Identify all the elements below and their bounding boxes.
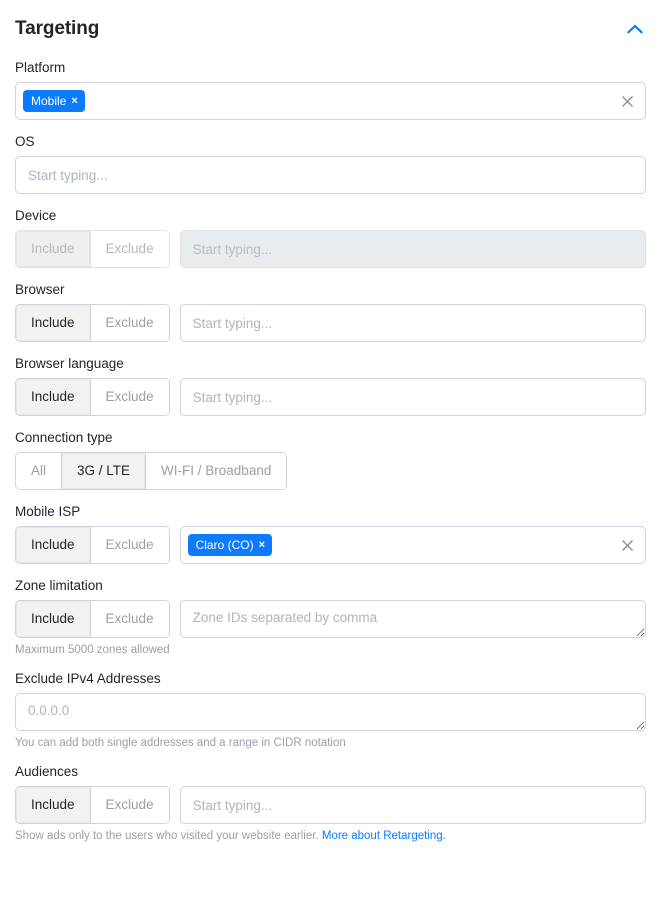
label-zone-limitation: Zone limitation: [15, 578, 103, 593]
zone-limitation-textarea[interactable]: [179, 600, 646, 638]
mobile-isp-include-exclude-group: Include Exclude: [15, 526, 170, 564]
browser-input[interactable]: [179, 304, 646, 342]
panel-header: Targeting: [15, 14, 646, 44]
clear-platform-icon[interactable]: [619, 93, 635, 109]
audiences-input[interactable]: [179, 786, 646, 824]
label-browser-language: Browser language: [15, 356, 124, 371]
platform-row: Mobile ×: [15, 82, 646, 120]
field-mobile-isp: Mobile ISP Include Exclude Claro (CO) ×: [15, 504, 646, 564]
mobile-isp-token-field[interactable]: Claro (CO) ×: [179, 526, 646, 564]
os-row: [15, 156, 646, 194]
os-input[interactable]: [15, 156, 646, 194]
zone-limitation-exclude-button[interactable]: Exclude: [90, 601, 169, 637]
collapse-toggle-button[interactable]: [624, 18, 646, 40]
platform-token-field[interactable]: Mobile ×: [15, 82, 646, 120]
zone-limitation-include-button[interactable]: Include: [16, 601, 91, 637]
connection-type-row: All 3G / LTE WI-FI / Broadband: [15, 452, 646, 490]
clear-mobile-isp-icon[interactable]: [619, 537, 635, 553]
field-browser-language: Browser language Include Exclude: [15, 356, 646, 416]
audiences-helper: Show ads only to the users who visited y…: [15, 829, 646, 843]
field-audiences: Audiences Include Exclude Show ads only …: [15, 764, 646, 843]
targeting-panel: Targeting Platform Mobile × OS Start typ…: [0, 0, 661, 843]
chip-mobile-isp[interactable]: Claro (CO) ×: [187, 534, 273, 556]
exclude-ipv4-textarea[interactable]: [15, 693, 646, 731]
field-platform: Platform Mobile ×: [15, 60, 646, 120]
device-exclude-button: Exclude: [90, 231, 169, 267]
label-audiences: Audiences: [15, 764, 79, 779]
device-include-exclude-group: Include Exclude: [15, 230, 170, 268]
label-mobile-isp: Mobile ISP: [15, 504, 81, 519]
zone-limitation-helper: Maximum 5000 zones allowed: [15, 644, 170, 656]
field-device: Device Include Exclude: [15, 208, 646, 268]
chip-label: Mobile: [31, 94, 67, 108]
field-os: OS: [15, 134, 646, 194]
field-connection-type: Connection type All 3G / LTE WI-FI / Bro…: [15, 430, 646, 490]
chip-label: Claro (CO): [195, 538, 254, 552]
device-row: Include Exclude: [15, 230, 646, 268]
browser-include-exclude-group: Include Exclude: [15, 304, 170, 342]
connection-type-all-button[interactable]: All: [16, 453, 63, 489]
label-exclude-ipv4: Exclude IPv4 Addresses: [15, 671, 161, 686]
mobile-isp-row: Include Exclude Claro (CO) ×: [15, 526, 646, 564]
browser-exclude-button[interactable]: Exclude: [90, 305, 169, 341]
field-zone-limitation: Zone limitation Include Exclude Maximum …: [15, 578, 646, 657]
exclude-ipv4-row: [15, 693, 646, 731]
audiences-include-button[interactable]: Include: [16, 787, 91, 823]
connection-type-wifi-broadband-button[interactable]: WI-FI / Broadband: [146, 453, 287, 489]
more-about-retargeting-link[interactable]: More about Retargeting.: [322, 830, 446, 842]
label-platform: Platform: [15, 60, 66, 75]
exclude-ipv4-helper: You can add both single addresses and a …: [15, 737, 346, 749]
device-include-button: Include: [16, 231, 91, 267]
mobile-isp-exclude-button[interactable]: Exclude: [90, 527, 169, 563]
browser-language-include-exclude-group: Include Exclude: [15, 378, 170, 416]
audiences-include-exclude-group: Include Exclude: [15, 786, 170, 824]
chevron-up-icon: [627, 24, 643, 34]
label-connection-type: Connection type: [15, 430, 113, 445]
label-device: Device: [15, 208, 57, 223]
connection-type-group: All 3G / LTE WI-FI / Broadband: [15, 452, 288, 490]
audiences-exclude-button[interactable]: Exclude: [90, 787, 169, 823]
zone-limitation-row: Include Exclude: [15, 600, 646, 638]
browser-include-button[interactable]: Include: [16, 305, 91, 341]
connection-type-3g-lte-button[interactable]: 3G / LTE: [62, 453, 147, 489]
browser-row: Include Exclude: [15, 304, 646, 342]
field-browser: Browser Include Exclude: [15, 282, 646, 342]
mobile-isp-include-button[interactable]: Include: [16, 527, 91, 563]
device-input: [179, 230, 646, 268]
chip-remove-icon[interactable]: ×: [71, 95, 77, 107]
zone-limitation-include-exclude-group: Include Exclude: [15, 600, 170, 638]
browser-language-row: Include Exclude: [15, 378, 646, 416]
browser-language-exclude-button[interactable]: Exclude: [90, 379, 169, 415]
label-os: OS: [15, 134, 35, 149]
field-exclude-ipv4: Exclude IPv4 Addresses You can add both …: [15, 671, 646, 750]
browser-language-include-button[interactable]: Include: [16, 379, 91, 415]
chip-platform[interactable]: Mobile ×: [23, 90, 85, 112]
audiences-row: Include Exclude: [15, 786, 646, 824]
audiences-helper-text: Show ads only to the users who visited y…: [15, 830, 319, 842]
page-title: Targeting: [15, 18, 100, 39]
chip-remove-icon[interactable]: ×: [259, 539, 265, 551]
close-icon: [621, 539, 633, 551]
close-icon: [621, 95, 633, 107]
browser-language-input[interactable]: [179, 378, 646, 416]
label-browser: Browser: [15, 282, 65, 297]
